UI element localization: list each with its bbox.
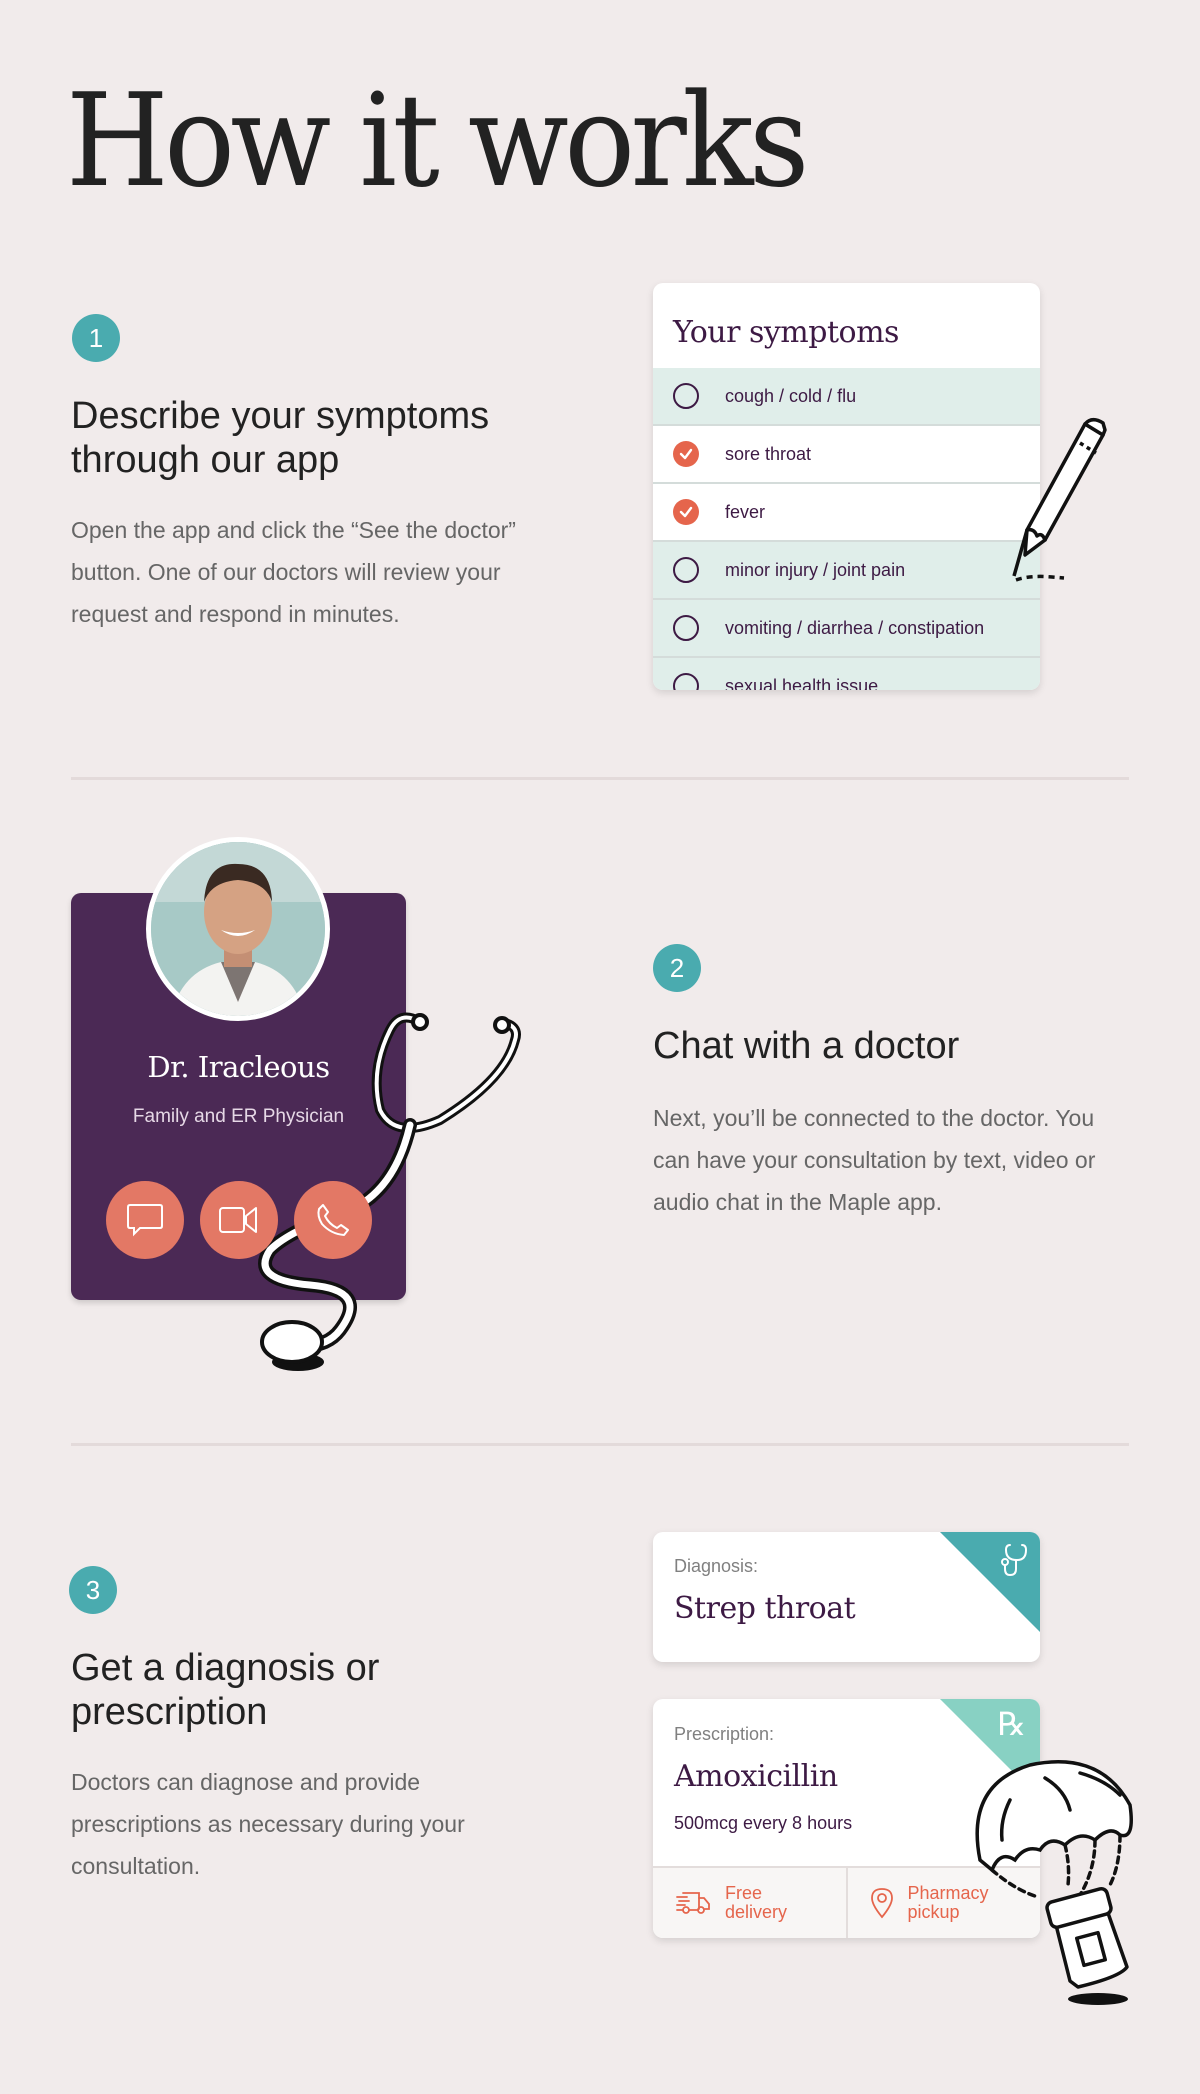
diagnosis-value: Strep throat <box>674 1591 856 1626</box>
free-delivery-option[interactable]: Free delivery <box>653 1868 846 1938</box>
empty-circle-icon[interactable] <box>673 557 699 583</box>
symptom-row[interactable]: fever <box>653 482 1040 540</box>
pencil-icon <box>1012 418 1107 582</box>
symptom-label: sore throat <box>725 443 812 464</box>
symptoms-list: cough / cold / flu sore throat fever minor … <box>653 368 1040 690</box>
section-divider <box>71 777 1129 780</box>
page-title: How it works <box>66 67 809 216</box>
symptom-row[interactable]: sore throat <box>653 424 1040 482</box>
step-3-title-line2: prescription <box>71 1691 268 1733</box>
step-3-badge: 3 <box>69 1566 117 1614</box>
stethoscope-icon <box>1001 1544 1028 1577</box>
video-chat-button[interactable] <box>200 1181 278 1259</box>
step-3-description: Doctors can diagnose and provide prescri… <box>71 1769 465 1879</box>
step-2-description: Next, you’ll be connected to the doctor.… <box>653 1105 1096 1215</box>
symptom-row[interactable]: sexual health issue <box>653 656 1040 690</box>
symptom-row[interactable]: cough / cold / flu <box>653 368 1040 424</box>
step-3-title: Get a diagnosis or prescription <box>71 1646 379 1734</box>
check-circle-icon[interactable] <box>673 499 699 525</box>
prescription-label: Prescription: <box>674 1724 775 1744</box>
phone-icon <box>317 1204 349 1236</box>
symptom-row[interactable]: vomiting / diarrhea / constipation <box>653 598 1040 656</box>
step-2-title: Chat with a doctor <box>653 1025 960 1067</box>
location-pin-icon <box>870 1888 893 1919</box>
diagnosis-card: Diagnosis: Strep throat <box>653 1532 1040 1662</box>
empty-circle-icon[interactable] <box>673 383 699 409</box>
audio-chat-button[interactable] <box>294 1181 372 1259</box>
diagnosis-label: Diagnosis: <box>674 1556 759 1576</box>
doctor-avatar <box>146 837 330 1021</box>
empty-circle-icon[interactable] <box>673 615 699 641</box>
step-1-badge: 1 <box>72 314 120 362</box>
step-3-title-line1: Get a diagnosis or <box>71 1647 380 1689</box>
rx-icon: ℞ <box>997 1705 1026 1743</box>
symptoms-card: Your symptoms cough / cold / flu sore thr… <box>653 283 1040 690</box>
stethoscope-icon <box>258 1012 521 1371</box>
video-camera-icon <box>219 1207 257 1233</box>
symptoms-card-title: Your symptoms <box>673 315 899 350</box>
symptom-label: fever <box>725 501 766 522</box>
prescription-value: Amoxicillin <box>674 1759 838 1794</box>
step-1-description: Open the app and click the “See the doct… <box>71 517 516 627</box>
section-divider <box>71 1443 1129 1446</box>
delivery-truck-icon <box>676 1892 710 1914</box>
symptom-row[interactable]: minor injury / joint pain <box>653 540 1040 598</box>
step-1-title-line2: through our app <box>71 439 340 481</box>
symptom-label: minor injury / joint pain <box>725 559 906 580</box>
text-chat-button[interactable] <box>106 1181 184 1259</box>
symptom-label: sexual health issue <box>725 675 879 691</box>
doctor-photo <box>151 842 325 1016</box>
parachute-pill-bottle-icon <box>975 1760 1133 2005</box>
free-delivery-label: Free delivery <box>725 1883 788 1922</box>
step-1-title-line1: Describe your symptoms <box>71 395 490 437</box>
symptom-label: vomiting / diarrhea / constipation <box>725 617 985 638</box>
prescription-dosage: 500mcg every 8 hours <box>674 1813 853 1833</box>
symptom-label: cough / cold / flu <box>725 385 857 406</box>
empty-circle-icon[interactable] <box>673 673 699 690</box>
chat-bubble-icon <box>127 1204 163 1237</box>
check-circle-icon[interactable] <box>673 441 699 467</box>
step-2-badge: 2 <box>653 944 701 992</box>
step-1-title: Describe your symptoms through our app <box>71 394 489 482</box>
